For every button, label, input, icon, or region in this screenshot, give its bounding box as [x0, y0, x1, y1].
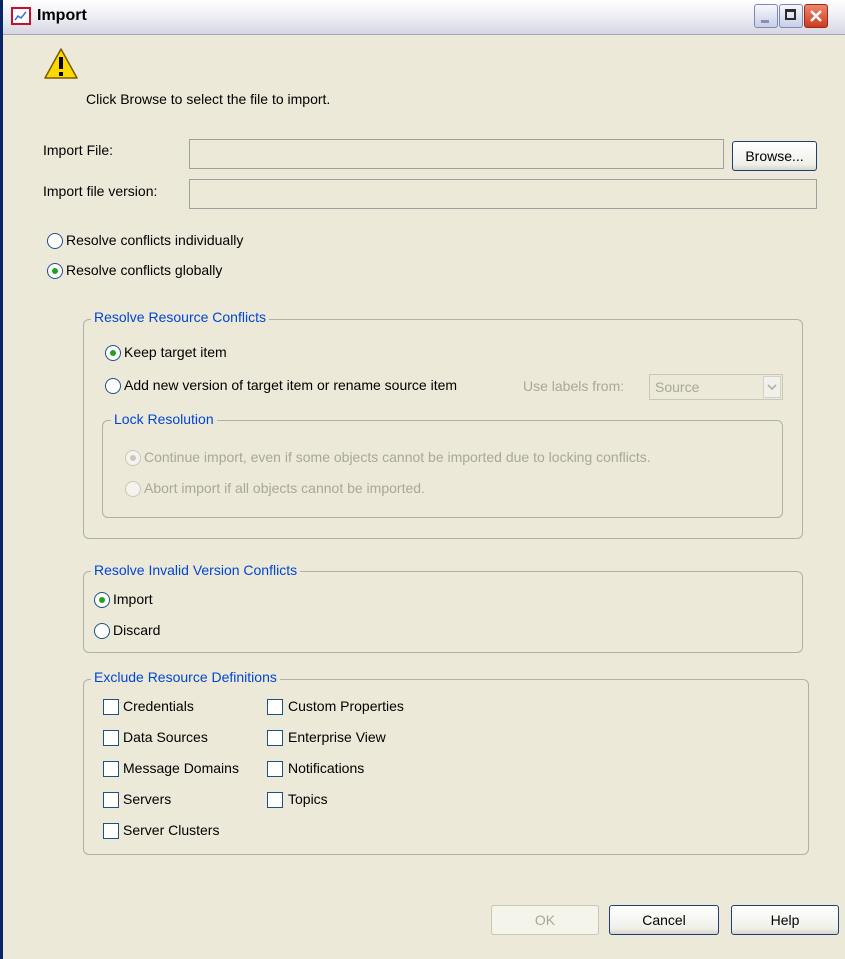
version-conflicts-legend: Resolve Invalid Version Conflicts	[91, 562, 301, 578]
lock-resolution-group	[102, 420, 783, 518]
chart-app-icon	[11, 7, 31, 25]
abort-import-radio[interactable]	[125, 481, 141, 497]
warning-icon	[44, 48, 78, 79]
window-title: Import	[37, 7, 87, 24]
discard-radio-label[interactable]: Discard	[113, 622, 160, 638]
lock-resolution-legend: Lock Resolution	[111, 411, 217, 427]
use-labels-from-combo[interactable]: Source	[649, 374, 783, 400]
topics-checkbox[interactable]	[267, 792, 283, 808]
message-domains-label[interactable]: Message Domains	[123, 760, 239, 776]
credentials-checkbox[interactable]	[103, 699, 119, 715]
import-radio[interactable]	[94, 592, 110, 608]
browse-button[interactable]: Browse...	[732, 141, 817, 171]
keep-target-label[interactable]: Keep target item	[124, 344, 227, 360]
add-new-version-radio[interactable]	[105, 378, 121, 394]
servers-checkbox[interactable]	[103, 792, 119, 808]
maximize-button[interactable]	[779, 4, 803, 28]
minimize-button[interactable]	[754, 4, 778, 28]
title-bar[interactable]: Import	[3, 0, 845, 35]
exclude-definitions-legend: Exclude Resource Definitions	[91, 669, 280, 685]
keep-target-radio[interactable]	[105, 345, 121, 361]
import-file-version-field[interactable]	[189, 179, 817, 209]
import-file-field[interactable]	[189, 139, 724, 169]
custom-properties-checkbox[interactable]	[267, 699, 283, 715]
version-conflicts-group	[83, 571, 803, 653]
topics-label[interactable]: Topics	[288, 791, 328, 807]
resolve-globally-radio[interactable]	[47, 263, 63, 279]
abort-import-label[interactable]: Abort import if all objects cannot be im…	[144, 480, 425, 496]
enterprise-view-checkbox[interactable]	[267, 730, 283, 746]
help-button[interactable]: Help	[731, 905, 839, 935]
ok-button[interactable]: OK	[491, 905, 599, 935]
import-radio-label[interactable]: Import	[113, 591, 153, 607]
credentials-label[interactable]: Credentials	[123, 698, 194, 714]
message-domains-checkbox[interactable]	[103, 761, 119, 777]
discard-radio[interactable]	[94, 623, 110, 639]
enterprise-view-label[interactable]: Enterprise View	[288, 729, 386, 745]
chevron-down-icon[interactable]	[763, 376, 781, 398]
add-new-version-label[interactable]: Add new version of target item or rename…	[124, 377, 457, 393]
servers-label[interactable]: Servers	[123, 791, 171, 807]
server-clusters-label[interactable]: Server Clusters	[123, 822, 219, 838]
notifications-label[interactable]: Notifications	[288, 760, 364, 776]
server-clusters-checkbox[interactable]	[103, 823, 119, 839]
import-dialog: Import Click Browse to select the file t…	[0, 0, 845, 959]
continue-import-radio[interactable]	[125, 450, 141, 466]
resolve-individually-radio[interactable]	[47, 233, 63, 249]
import-file-label: Import File:	[43, 142, 114, 158]
cancel-button[interactable]: Cancel	[609, 905, 719, 935]
resolve-individually-label[interactable]: Resolve conflicts individually	[66, 232, 243, 248]
use-labels-from-label: Use labels from:	[523, 378, 625, 394]
use-labels-from-value: Source	[655, 379, 700, 395]
resource-conflicts-legend: Resolve Resource Conflicts	[91, 309, 269, 325]
close-icon	[810, 10, 822, 22]
continue-import-label[interactable]: Continue import, even if some objects ca…	[144, 449, 651, 465]
import-file-version-label: Import file version:	[43, 183, 158, 199]
data-sources-checkbox[interactable]	[103, 730, 119, 746]
close-button[interactable]	[804, 4, 828, 28]
notifications-checkbox[interactable]	[267, 761, 283, 777]
data-sources-label[interactable]: Data Sources	[123, 729, 208, 745]
custom-properties-label[interactable]: Custom Properties	[288, 698, 404, 714]
instruction-text: Click Browse to select the file to impor…	[86, 91, 331, 107]
resolve-globally-label[interactable]: Resolve conflicts globally	[66, 262, 222, 278]
